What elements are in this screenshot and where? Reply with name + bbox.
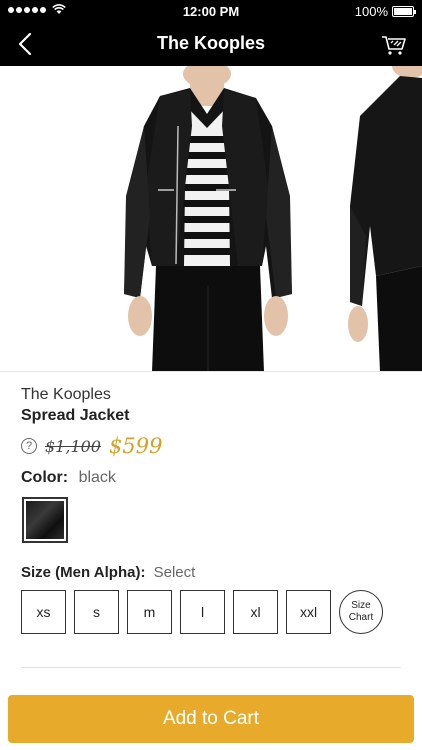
size-options: xs s m l xl xxl Size Chart (21, 590, 383, 634)
size-chart-line1: Size (351, 600, 371, 611)
battery-area: 100% (354, 4, 416, 19)
section-divider (21, 667, 401, 668)
size-option-m[interactable]: m (127, 590, 172, 634)
page-title: The Kooples (156, 33, 265, 53)
color-swatch-black[interactable] (22, 497, 68, 543)
help-icon[interactable]: ? (21, 438, 37, 454)
product-photo-back (348, 66, 422, 371)
size-value: Select (153, 564, 196, 581)
top-bar: 12:00 PM 100% The Kooples (0, 0, 422, 66)
size-option-xs[interactable]: xs (21, 590, 66, 634)
shopping-cart-icon[interactable] (380, 30, 408, 58)
size-option-l[interactable]: l (180, 590, 225, 634)
size-selector-label: Size (Men Alpha): Select (21, 564, 195, 581)
size-option-xxl[interactable]: xxl (286, 590, 331, 634)
size-chart-button[interactable]: Size Chart (339, 590, 383, 634)
product-name: Spread Jacket (21, 407, 130, 424)
swatch-image (26, 501, 64, 539)
product-image-gallery[interactable] (0, 66, 422, 372)
battery-percent: 100% (354, 4, 388, 19)
size-option-s[interactable]: s (74, 590, 119, 634)
status-bar: 12:00 PM 100% (0, 0, 422, 22)
back-chevron-icon[interactable] (12, 30, 40, 58)
size-option-xl[interactable]: xl (233, 590, 278, 634)
battery-icon (392, 6, 416, 17)
size-label: Size (Men Alpha): (21, 564, 146, 581)
color-selector-label: Color: black (21, 469, 116, 487)
add-to-cart-button[interactable]: Add to Cart (8, 695, 414, 743)
sale-price: $599 (108, 434, 163, 458)
color-label: Color: (21, 469, 69, 486)
original-price: $1,100 (45, 436, 101, 456)
color-value: black (78, 469, 116, 486)
price-row: ? $1,100 $599 (21, 434, 162, 458)
size-chart-line2: Chart (348, 612, 374, 623)
product-brand[interactable]: The Kooples (21, 386, 111, 404)
nav-header: The Kooples (0, 22, 422, 66)
